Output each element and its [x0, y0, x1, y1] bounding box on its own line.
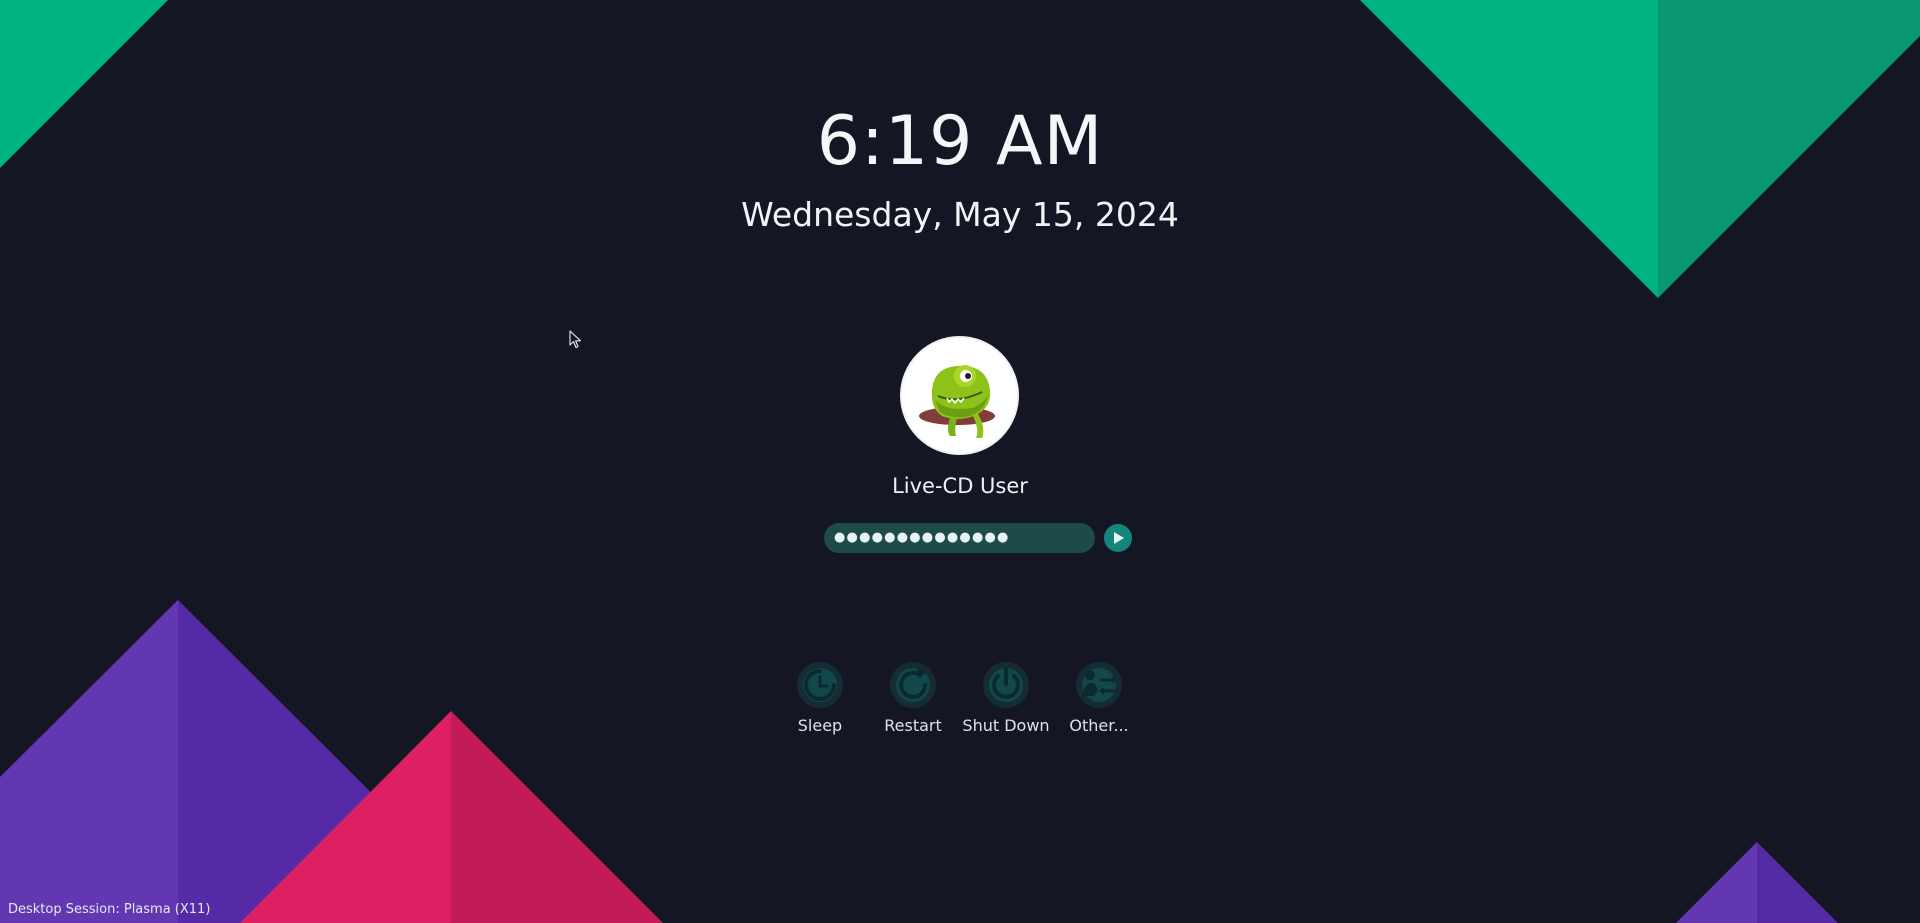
login-button[interactable]: [1104, 524, 1132, 552]
clock-date: Wednesday, May 15, 2024: [741, 195, 1179, 234]
restart-label: Restart: [884, 716, 942, 735]
shutdown-icon: [983, 662, 1029, 708]
bg-purple-peak-right: [1757, 842, 1838, 923]
shutdown-button[interactable]: Shut Down: [961, 660, 1051, 736]
clock-time: 6:19 AM: [816, 102, 1104, 181]
bg-purple-peak-left: [1676, 842, 1757, 923]
password-input[interactable]: ●●●●●●●●●●●●●●: [824, 523, 1095, 553]
shutdown-label: Shut Down: [962, 716, 1050, 735]
user-name: Live-CD User: [892, 474, 1028, 498]
bg-pink-mountain-right: [451, 711, 663, 923]
play-arrow-icon: [1114, 532, 1124, 544]
power-actions: Sleep Restart Shut Down Other...: [0, 660, 1920, 740]
sleep-button[interactable]: Sleep: [775, 660, 865, 736]
chameleon-avatar-icon: [902, 338, 1017, 453]
switch-user-icon: [1076, 662, 1122, 708]
lock-screen: 6:19 AM Wednesday, May 15, 2024 Live-CD …: [0, 0, 1920, 923]
restart-button[interactable]: Restart: [868, 660, 958, 736]
restart-icon: [890, 662, 936, 708]
session-selector[interactable]: Desktop Session: Plasma (X11): [8, 901, 210, 918]
sleep-icon: [797, 662, 843, 708]
password-masked-value: ●●●●●●●●●●●●●●: [834, 530, 1010, 545]
other-label: Other...: [1069, 716, 1129, 735]
other-button[interactable]: Other...: [1054, 660, 1144, 736]
mouse-cursor-icon: [569, 330, 582, 349]
user-avatar[interactable]: [900, 336, 1019, 455]
sleep-label: Sleep: [797, 716, 843, 735]
bg-purple-mountain-left: [0, 600, 178, 923]
